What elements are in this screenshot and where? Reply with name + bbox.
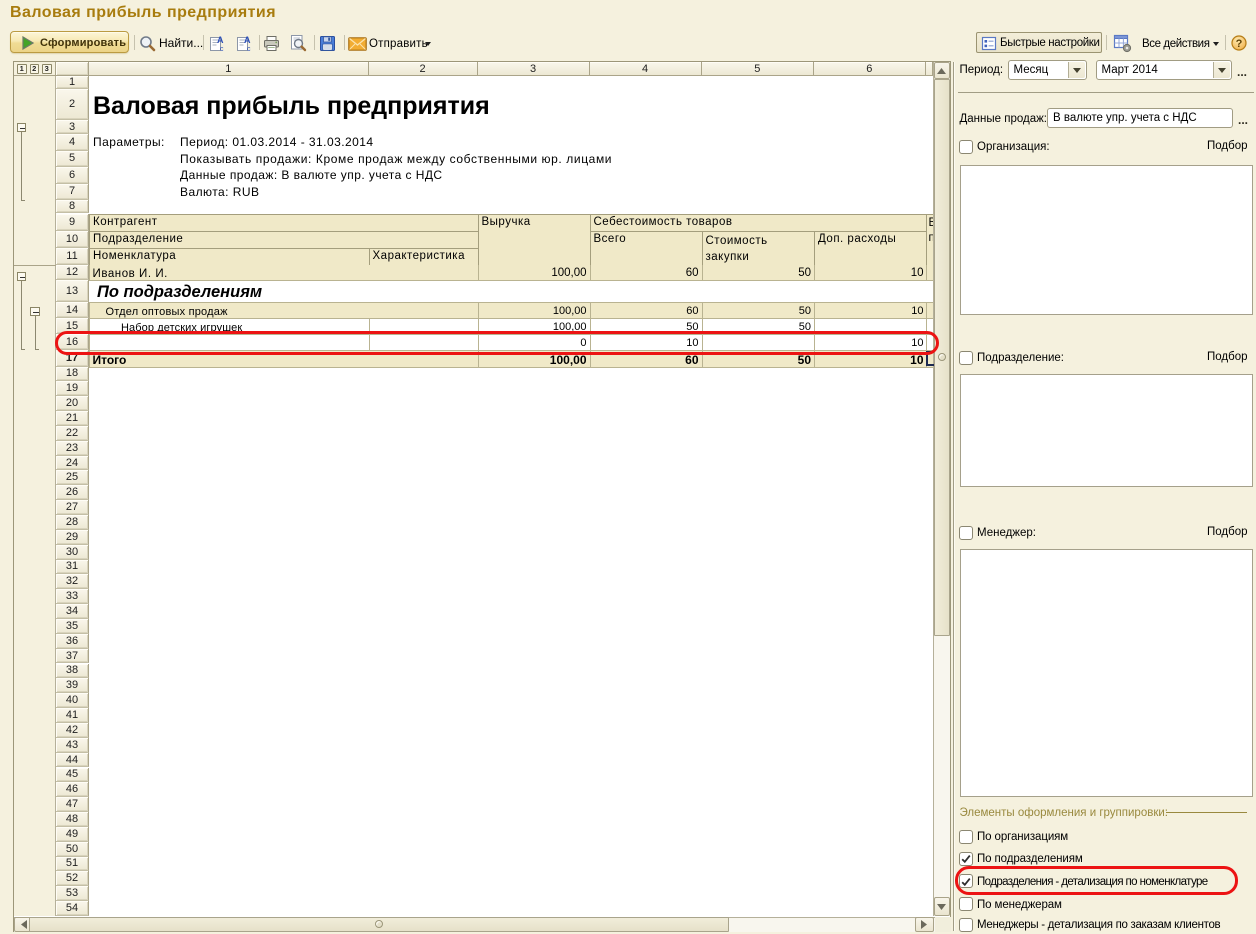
svg-text:c: c [247,46,251,52]
svg-text:A: A [217,35,224,45]
svg-text:?: ? [1236,38,1243,50]
svg-text:A: A [244,35,251,45]
svg-text:c: c [220,46,224,52]
